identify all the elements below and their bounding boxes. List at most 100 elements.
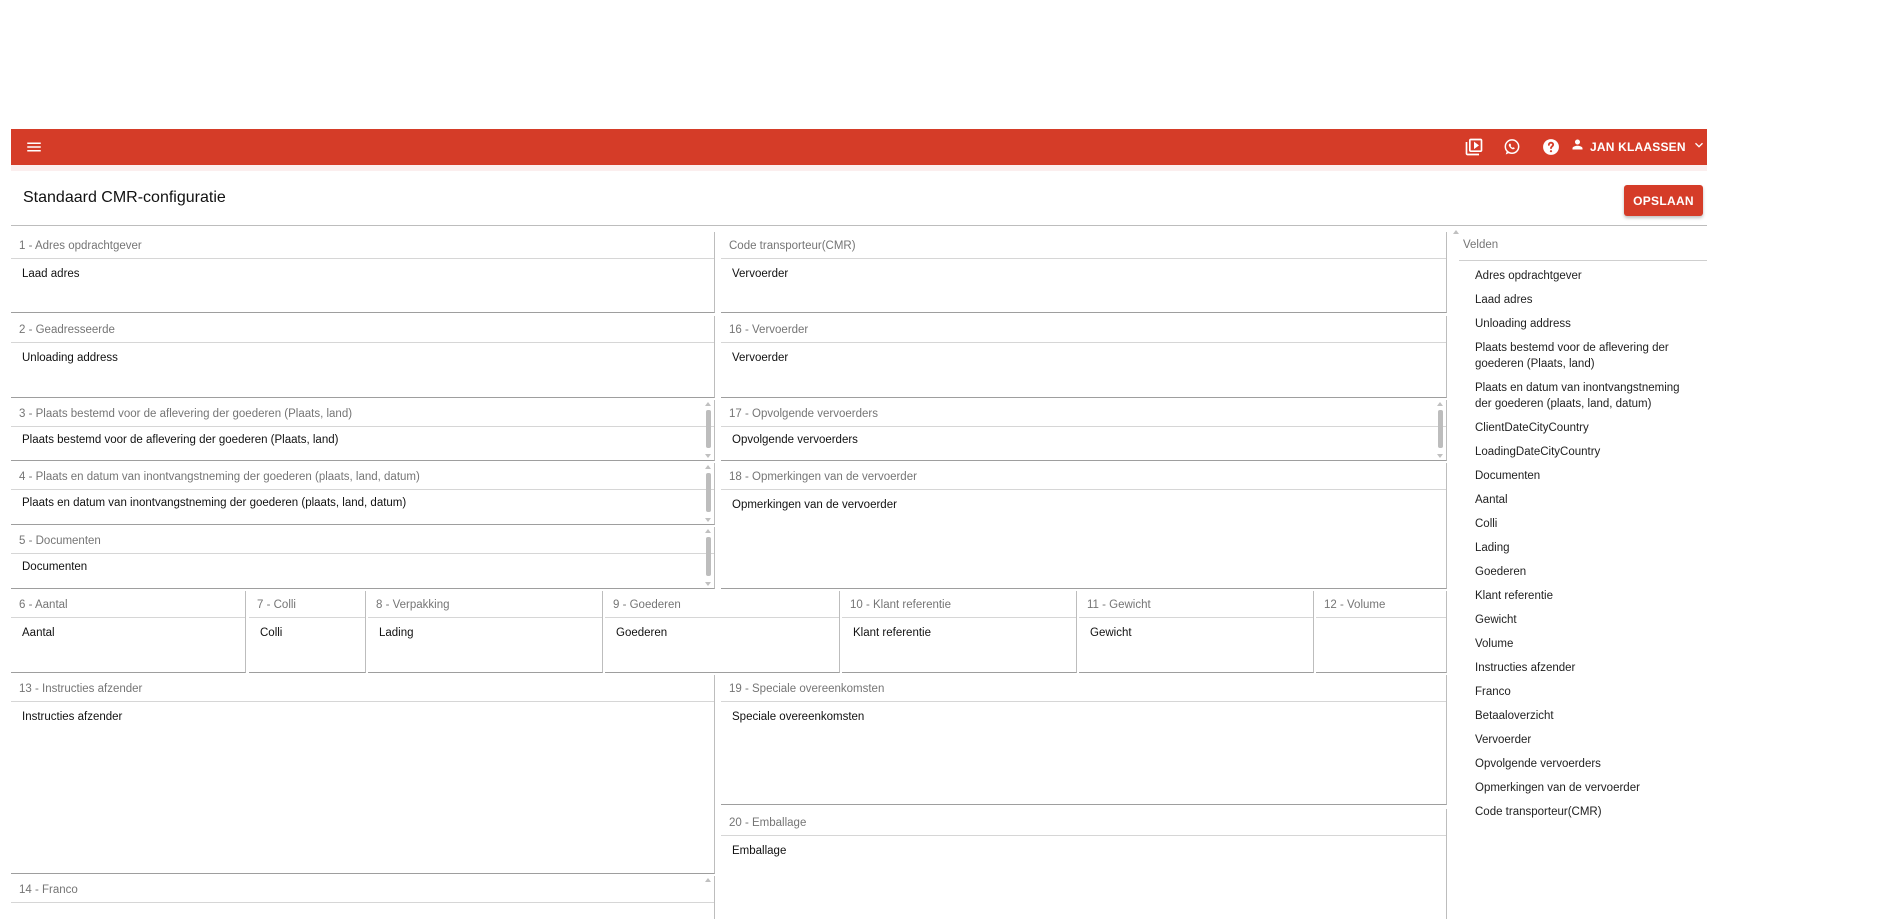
field-card-4[interactable]: 4 - Plaats en datum van inontvangstnemin…	[11, 463, 715, 525]
velden-item[interactable]: Vervoerder	[1451, 728, 1707, 752]
velden-item[interactable]: Opvolgende vervoerders	[1451, 752, 1707, 776]
velden-item[interactable]: Lading	[1451, 536, 1707, 560]
velden-item[interactable]: Unloading address	[1451, 312, 1707, 336]
velden-item[interactable]: Volume	[1451, 632, 1707, 656]
video-library-icon[interactable]	[1464, 137, 1484, 157]
velden-item[interactable]: Aantal	[1451, 488, 1707, 512]
velden-item[interactable]: Klant referentie	[1451, 584, 1707, 608]
velden-item[interactable]: Opmerkingen van de vervoerder	[1451, 776, 1707, 800]
velden-item[interactable]: Laad adres	[1451, 288, 1707, 312]
velden-item[interactable]: Plaats bestemd voor de aflevering der go…	[1451, 336, 1707, 376]
field-label: 19 - Speciale overeenkomsten	[729, 683, 885, 695]
field-value[interactable]: Laad adres	[22, 268, 80, 280]
field-scrollbar[interactable]	[1437, 400, 1444, 460]
person-icon	[1570, 137, 1585, 157]
field-label: 9 - Goederen	[613, 599, 681, 611]
field-value[interactable]: Opvolgende vervoerders	[732, 434, 858, 446]
field-divider	[249, 617, 365, 618]
field-label: 7 - Colli	[257, 599, 296, 611]
field-scrollbar[interactable]	[705, 463, 712, 524]
field-label: 8 - Verpakking	[376, 599, 450, 611]
field-divider	[721, 489, 1446, 490]
field-scrollbar[interactable]	[705, 400, 712, 460]
field-card-20[interactable]: 20 - Emballage Emballage	[721, 809, 1447, 919]
field-value[interactable]: Colli	[260, 627, 282, 639]
field-divider	[721, 258, 1446, 259]
field-card-11[interactable]: 11 - Gewicht Gewicht	[1079, 591, 1314, 673]
field-card-8[interactable]: 8 - Verpakking Lading	[368, 591, 603, 673]
field-value[interactable]: Lading	[379, 627, 414, 639]
field-card-17[interactable]: 17 - Opvolgende vervoerders Opvolgende v…	[721, 400, 1447, 461]
field-value[interactable]: Plaats bestemd voor de aflevering der go…	[22, 434, 338, 446]
page-title: Standaard CMR-configuratie	[23, 189, 226, 206]
field-card-7[interactable]: 7 - Colli Colli	[249, 591, 366, 673]
field-label: 3 - Plaats bestemd voor de aflevering de…	[19, 408, 353, 420]
field-value[interactable]: Gewicht	[1090, 627, 1132, 639]
field-scrollbar[interactable]	[705, 876, 712, 919]
velden-divider	[1459, 260, 1707, 261]
field-card-19[interactable]: 19 - Speciale overeenkomsten Speciale ov…	[721, 675, 1447, 805]
velden-item[interactable]: Colli	[1451, 512, 1707, 536]
velden-item[interactable]: ClientDateCityCountry	[1451, 416, 1707, 440]
chevron-down-icon	[1692, 138, 1706, 157]
field-card-6[interactable]: 6 - Aantal Aantal	[11, 591, 246, 673]
field-divider	[721, 701, 1446, 702]
save-button[interactable]: OPSLAAN	[1624, 185, 1703, 216]
velden-item[interactable]: Code transporteur(CMR)	[1451, 800, 1707, 824]
field-divider	[11, 617, 245, 618]
velden-item[interactable]: Betaaloverzicht	[1451, 704, 1707, 728]
field-value[interactable]: Aantal	[22, 627, 55, 639]
field-card-1[interactable]: 1 - Adres opdrachtgever Laad adres	[11, 232, 715, 313]
field-card-13[interactable]: 13 - Instructies afzender Instructies af…	[11, 675, 715, 874]
field-scrollbar[interactable]	[705, 527, 712, 588]
field-divider	[721, 426, 1446, 427]
field-value[interactable]: Vervoerder	[732, 268, 788, 280]
velden-item[interactable]: Franco	[1451, 680, 1707, 704]
field-value[interactable]: Documenten	[22, 561, 87, 573]
field-value[interactable]: Plaats en datum van inontvangstneming de…	[22, 497, 406, 509]
field-label: 18 - Opmerkingen van de vervoerder	[729, 471, 917, 483]
top-app-bar: JAN KLAASSEN	[11, 129, 1707, 165]
field-label: 4 - Plaats en datum van inontvangstnemin…	[19, 471, 420, 483]
field-value[interactable]: Opmerkingen van de vervoerder	[732, 499, 897, 511]
velden-item[interactable]: Gewicht	[1451, 608, 1707, 632]
velden-item[interactable]: Instructies afzender	[1451, 656, 1707, 680]
header-strip	[11, 165, 1707, 171]
field-card-16[interactable]: 16 - Vervoerder Vervoerder	[721, 316, 1447, 398]
user-menu[interactable]: JAN KLAASSEN	[1570, 129, 1706, 165]
velden-item[interactable]: Plaats en datum van inontvangstneming de…	[1451, 376, 1707, 416]
field-divider	[605, 617, 839, 618]
menu-icon[interactable]	[25, 138, 43, 156]
field-label: 17 - Opvolgende vervoerders	[729, 408, 878, 420]
field-divider	[721, 342, 1446, 343]
field-card-12[interactable]: 12 - Volume	[1316, 591, 1447, 673]
field-value[interactable]: Goederen	[616, 627, 667, 639]
field-card-18[interactable]: 18 - Opmerkingen van de vervoerder Opmer…	[721, 463, 1447, 589]
field-value[interactable]: Klant referentie	[853, 627, 931, 639]
field-value[interactable]: Instructies afzender	[22, 711, 122, 723]
field-label: 12 - Volume	[1324, 599, 1386, 611]
field-label: 13 - Instructies afzender	[19, 683, 143, 695]
app-window: JAN KLAASSEN Standaard CMR-configuratie …	[11, 129, 1707, 919]
field-label: 20 - Emballage	[729, 817, 807, 829]
field-divider	[11, 902, 714, 903]
velden-item[interactable]: Adres opdrachtgever	[1451, 264, 1707, 288]
velden-item[interactable]: Documenten	[1451, 464, 1707, 488]
field-card-9[interactable]: 9 - Goederen Goederen	[605, 591, 840, 673]
field-card-5[interactable]: 5 - Documenten Documenten	[11, 527, 715, 589]
field-card-10[interactable]: 10 - Klant referentie Klant referentie	[842, 591, 1077, 673]
field-card-14[interactable]: 14 - Franco	[11, 876, 715, 919]
field-label: 14 - Franco	[19, 884, 78, 896]
velden-item[interactable]: LoadingDateCityCountry	[1451, 440, 1707, 464]
field-divider	[11, 426, 714, 427]
field-value[interactable]: Speciale overeenkomsten	[732, 711, 864, 723]
whatsapp-icon[interactable]	[1502, 137, 1522, 157]
field-value[interactable]: Unloading address	[22, 352, 118, 364]
help-icon[interactable]	[1541, 137, 1561, 157]
velden-item[interactable]: Goederen	[1451, 560, 1707, 584]
field-value[interactable]: Vervoerder	[732, 352, 788, 364]
field-value[interactable]: Emballage	[732, 845, 786, 857]
field-card-2[interactable]: 2 - Geadresseerde Unloading address	[11, 316, 715, 398]
field-card-code-transporteur[interactable]: Code transporteur(CMR) Vervoerder	[721, 232, 1447, 313]
field-card-3[interactable]: 3 - Plaats bestemd voor de aflevering de…	[11, 400, 715, 461]
